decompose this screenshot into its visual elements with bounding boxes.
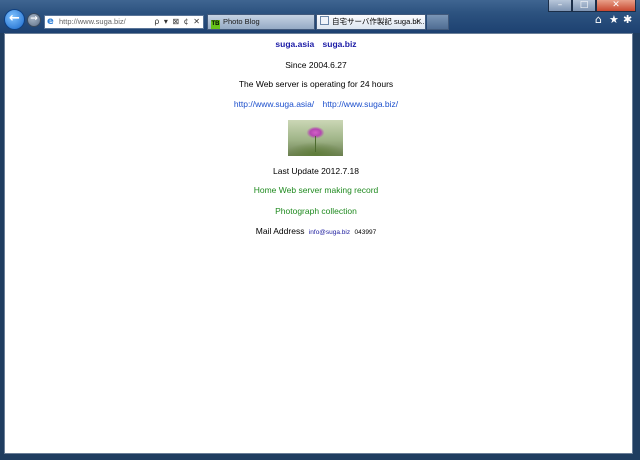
favorites-star-icon[interactable]: ★ <box>609 14 619 26</box>
record-link[interactable]: Home Web server making record <box>5 185 627 195</box>
flower-photo[interactable] <box>288 120 343 156</box>
address-url[interactable]: http://www.suga.biz/ <box>59 16 126 28</box>
close-tab-icon[interactable]: ✕ <box>415 15 422 29</box>
operating-text: The Web server is operating for 24 hours <box>238 79 394 89</box>
flower-stem <box>315 136 316 152</box>
tab-favicon-icon: TB <box>211 20 220 29</box>
tab-label: Photo Blog <box>223 17 260 26</box>
forward-arrow-icon[interactable]: → <box>27 13 41 27</box>
ie-page-icon: e <box>47 16 54 27</box>
window-controls: – □ ✕ <box>548 0 636 12</box>
back-arrow-icon[interactable]: ← <box>4 9 25 30</box>
tab-favicon-icon <box>320 16 329 25</box>
last-update-text: Last Update 2012.7.18 <box>272 166 359 176</box>
address-bar[interactable]: e http://www.suga.biz/ ρ ▾ ⊠ ¢ ✕ <box>44 15 204 29</box>
photograph-collection-link[interactable]: Photograph collection <box>5 206 627 216</box>
mail-label: Mail Address <box>255 226 305 236</box>
minimize-button[interactable]: – <box>548 0 572 12</box>
link-suga-asia[interactable]: suga.asia <box>275 39 314 49</box>
page-viewport: suga.asia suga.biz Since 2004.6.27 The W… <box>4 33 633 454</box>
link-suga-biz[interactable]: suga.biz <box>323 39 357 49</box>
since-text: Since 2004.6.27 <box>285 60 347 70</box>
tab-suga-biz[interactable]: 自宅サーバ作製記 suga.bi... ✕ <box>316 14 426 30</box>
url-links: http://www.suga.asia/ http://www.suga.bi… <box>5 99 627 109</box>
new-tab-button[interactable] <box>427 14 449 30</box>
tools-gear-icon[interactable]: ✱ <box>623 14 632 26</box>
address-bar-icons[interactable]: ρ ▾ ⊠ ¢ ✕ <box>154 16 201 28</box>
tab-label: 自宅サーバ作製記 suga.bi... <box>332 17 425 26</box>
vertical-scrollbar[interactable] <box>626 34 632 453</box>
close-window-button[interactable]: ✕ <box>596 0 636 12</box>
home-icon[interactable]: ⌂ <box>595 14 602 26</box>
access-counter: 043997 <box>354 229 377 236</box>
maximize-button[interactable]: □ <box>572 0 596 12</box>
mail-address-row: Mail Address info@suga.biz 043997 <box>5 226 627 236</box>
link-www-suga-biz[interactable]: http://www.suga.biz/ <box>323 99 399 109</box>
mail-link[interactable]: info@suga.biz <box>309 229 350 236</box>
tab-photo-blog[interactable]: TB Photo Blog <box>207 14 315 30</box>
link-www-suga-asia[interactable]: http://www.suga.asia/ <box>234 99 314 109</box>
browser-chrome: – □ ✕ ← → e http://www.suga.biz/ ρ ▾ ⊠ ¢… <box>0 0 640 33</box>
domain-links: suga.asia suga.biz <box>5 39 627 49</box>
